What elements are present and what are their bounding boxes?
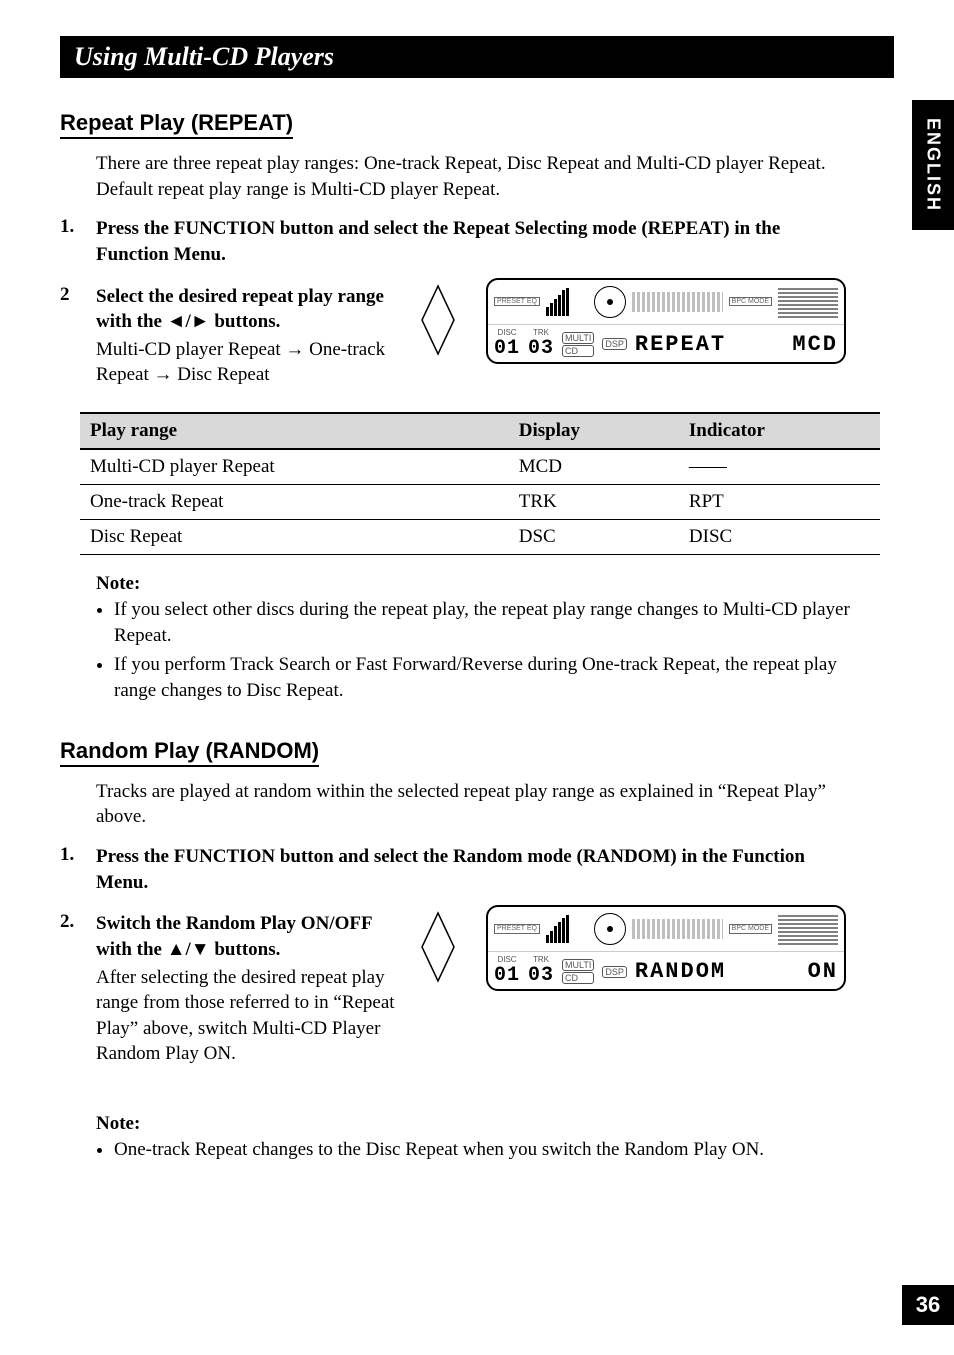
- diamond-icon: [420, 284, 456, 356]
- lcd-random: PRESET EQ BPC MODE DISC 01 TRK 03: [486, 905, 846, 991]
- repeat-step-2-row: 2 Select the desired repeat play range w…: [60, 278, 894, 395]
- lcd-trk-num: 03: [528, 964, 554, 987]
- repeat-intro: There are three repeat play ranges: One-…: [96, 151, 836, 202]
- lcd-disc-icon: [594, 913, 626, 945]
- diamond-icon: [420, 911, 456, 983]
- note-title: Note:: [96, 1113, 856, 1135]
- lcd-right-text: MCD: [792, 332, 838, 357]
- repeat-step-1: 1. Press the FUNCTION button and select …: [60, 216, 894, 267]
- lcd-multi-label: MULTI: [562, 959, 594, 971]
- lcd-trk-num: 03: [528, 337, 554, 360]
- random-intro: Tracks are played at random within the s…: [96, 779, 836, 830]
- cell: RPT: [679, 485, 880, 520]
- lcd-repeat: PRESET EQ BPC MODE DISC 01 TRK 03: [486, 278, 846, 364]
- cell: DSC: [509, 520, 679, 555]
- lcd-right-text: ON: [808, 959, 838, 984]
- lcd-preset-label: PRESET EQ: [494, 924, 540, 934]
- lcd-disc-icon: [594, 286, 626, 318]
- page-number: 36: [902, 1285, 954, 1325]
- lcd-main-text: REPEAT: [635, 332, 726, 357]
- title-text: Using Multi-CD Players: [74, 42, 334, 71]
- random-step-2-text: Switch the Random Play ON/OFF with the ▲…: [96, 911, 400, 962]
- cell: Disc Repeat: [80, 520, 509, 555]
- step-number: 2: [60, 284, 96, 389]
- note-item: One-track Repeat changes to the Disc Rep…: [114, 1137, 856, 1163]
- lcd-disc-num: 01: [494, 337, 520, 360]
- cell: One-track Repeat: [80, 485, 509, 520]
- repeat-table: Play range Display Indicator Multi-CD pl…: [80, 412, 880, 555]
- title-bar: Using Multi-CD Players: [60, 36, 894, 78]
- lcd-dsp-label: DSP: [602, 966, 627, 978]
- random-note-block: Note: One-track Repeat changes to the Di…: [96, 1113, 856, 1163]
- lcd-bpc-label: BPC MODE: [729, 924, 772, 934]
- step-number: 2.: [60, 911, 96, 1067]
- th-display: Display: [509, 413, 679, 449]
- random-step-2-sub: After selecting the desired repeat play …: [96, 965, 400, 1068]
- lcd-bpc-label: BPC MODE: [729, 297, 772, 307]
- step-2-text: Select the desired repeat play range wit…: [96, 284, 400, 335]
- table-header-row: Play range Display Indicator: [80, 413, 880, 449]
- lcd-preset-label: PRESET EQ: [494, 297, 540, 307]
- lcd-dsp-label: DSP: [602, 338, 627, 350]
- lcd-trk-label: TRK: [528, 329, 554, 337]
- step-2-sub: Multi-CD player Repeat → One-track Repea…: [96, 337, 400, 388]
- random-step-1-text: Press the FUNCTION button and select the…: [96, 844, 836, 895]
- th-indicator: Indicator: [679, 413, 880, 449]
- note-item: If you perform Track Search or Fast Forw…: [114, 652, 856, 703]
- cell: MCD: [509, 449, 679, 485]
- lcd-right-bars: [778, 913, 838, 945]
- random-step-1: 1. Press the FUNCTION button and select …: [60, 844, 894, 895]
- lcd-main-text: RANDOM: [635, 959, 726, 984]
- lcd-top-bars: [632, 292, 723, 312]
- lcd-top-bars: [632, 919, 723, 939]
- random-heading: Random Play (RANDOM): [60, 738, 319, 767]
- lcd-cd-label: CD: [562, 972, 594, 984]
- lcd-disc-label: DISC: [494, 329, 520, 337]
- step-number: 1.: [60, 844, 96, 895]
- random-step-2-row: 2. Switch the Random Play ON/OFF with th…: [60, 905, 894, 1073]
- note-item: If you select other discs during the rep…: [114, 597, 856, 648]
- table-row: One-track Repeat TRK RPT: [80, 485, 880, 520]
- th-playrange: Play range: [80, 413, 509, 449]
- cell: Multi-CD player Repeat: [80, 449, 509, 485]
- page-content: Using Multi-CD Players Repeat Play (REPE…: [0, 0, 954, 1237]
- cell: DISC: [679, 520, 880, 555]
- table-row: Multi-CD player Repeat MCD ——: [80, 449, 880, 485]
- page-number-text: 36: [916, 1292, 940, 1318]
- step-number: 1.: [60, 216, 96, 267]
- lcd-trk-label: TRK: [528, 956, 554, 964]
- lcd-disc-num: 01: [494, 964, 520, 987]
- cell: ——: [679, 449, 880, 485]
- repeat-note-block: Note: If you select other discs during t…: [96, 573, 856, 704]
- repeat-heading: Repeat Play (REPEAT): [60, 110, 293, 139]
- step-1-text: Press the FUNCTION button and select the…: [96, 216, 836, 267]
- lcd-cd-label: CD: [562, 345, 594, 357]
- lcd-level-meter: [546, 288, 588, 316]
- note-title: Note:: [96, 573, 856, 595]
- table-row: Disc Repeat DSC DISC: [80, 520, 880, 555]
- lcd-disc-label: DISC: [494, 956, 520, 964]
- lcd-right-bars: [778, 286, 838, 318]
- lcd-level-meter: [546, 915, 588, 943]
- lcd-multi-label: MULTI: [562, 332, 594, 344]
- cell: TRK: [509, 485, 679, 520]
